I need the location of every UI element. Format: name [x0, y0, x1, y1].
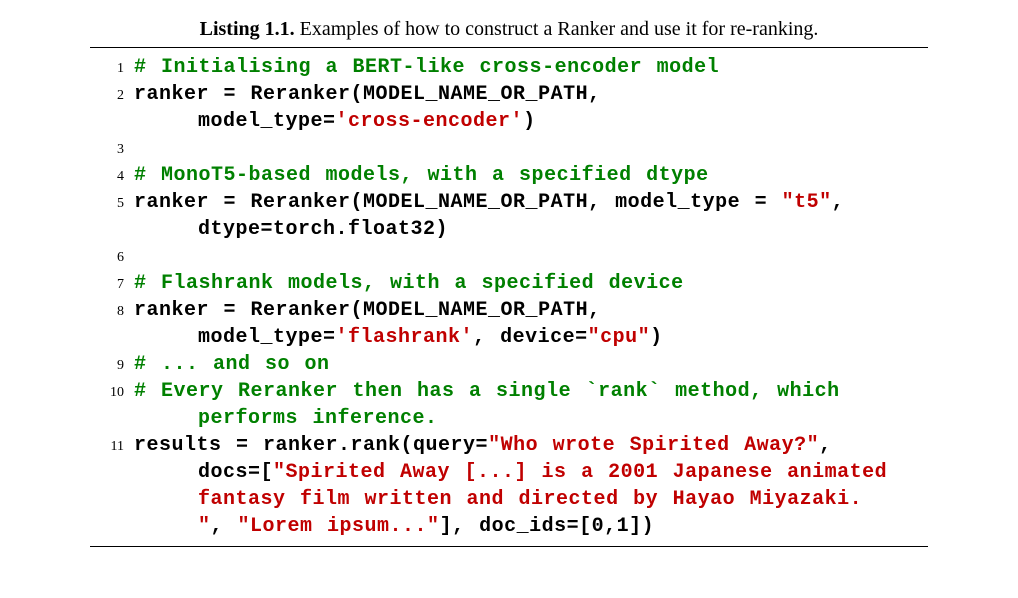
- string-literal: 'cross-encoder': [336, 110, 524, 133]
- code-text: dtype=torch.float32): [134, 216, 928, 243]
- line-number: 9: [90, 351, 134, 376]
- code-text: ranker = Reranker(MODEL_NAME_OR_PATH,: [134, 297, 928, 324]
- line-number-empty: [90, 525, 134, 531]
- code-frag: ranker = Reranker(MODEL_NAME_OR_PATH, mo…: [134, 191, 782, 214]
- listing-container: Listing 1.1. Examples of how to construc…: [0, 0, 1018, 569]
- code-frag: ): [650, 326, 663, 349]
- line-number: 1: [90, 54, 134, 79]
- code-line: 9 # ... and so on: [90, 351, 928, 378]
- code-line: 3: [90, 135, 928, 162]
- listing-label: Listing 1.1.: [200, 18, 295, 40]
- line-number: 8: [90, 297, 134, 322]
- code-line-cont: docs=["Spirited Away [...] is a 2001 Jap…: [90, 459, 928, 486]
- line-number: 7: [90, 270, 134, 295]
- code-frag: model_type=: [198, 110, 336, 133]
- code-line: 8 ranker = Reranker(MODEL_NAME_OR_PATH,: [90, 297, 928, 324]
- line-number-empty: [90, 120, 134, 126]
- code-frag: model_type=: [198, 326, 336, 349]
- line-number: 5: [90, 189, 134, 214]
- code-line-cont: performs inference.: [90, 405, 928, 432]
- code-frag: ], doc_ids=[0,1]): [440, 515, 655, 538]
- code-frag: ,: [832, 191, 845, 214]
- string-literal: ": [198, 515, 211, 538]
- line-number: 6: [90, 243, 134, 268]
- code-frag: ,: [211, 515, 238, 538]
- code-frag: ): [523, 110, 536, 133]
- code-text: model_type='cross-encoder'): [134, 108, 928, 135]
- code-text: model_type='flashrank', device="cpu"): [134, 324, 928, 351]
- string-literal: "Spirited Away [...] is a 2001 Japanese …: [273, 461, 887, 484]
- code-line: 1 # Initialising a BERT-like cross-encod…: [90, 54, 928, 81]
- line-number: 11: [90, 432, 134, 457]
- code-line: 6: [90, 243, 928, 270]
- line-number-empty: [90, 228, 134, 234]
- rule-bottom: [90, 546, 928, 547]
- comment-text: # MonoT5-based models, with a specified …: [134, 162, 928, 189]
- code-line-cont: dtype=torch.float32): [90, 216, 928, 243]
- code-frag: ,: [819, 434, 832, 457]
- line-number-empty: [90, 336, 134, 342]
- string-literal: "Lorem ipsum...": [238, 515, 440, 538]
- line-number-empty: [90, 498, 134, 504]
- blank-line: [134, 135, 928, 162]
- string-literal: fantasy film written and directed by Hay…: [134, 486, 928, 513]
- comment-text: # Flashrank models, with a specified dev…: [134, 270, 928, 297]
- code-line: 4 # MonoT5-based models, with a specifie…: [90, 162, 928, 189]
- code-line-cont: model_type='cross-encoder'): [90, 108, 928, 135]
- code-text: docs=["Spirited Away [...] is a 2001 Jap…: [134, 459, 928, 486]
- line-number: 3: [90, 135, 134, 160]
- code-text: ranker = Reranker(MODEL_NAME_OR_PATH, mo…: [134, 189, 928, 216]
- code-line: 7 # Flashrank models, with a specified d…: [90, 270, 928, 297]
- code-frag: results = ranker.rank(query=: [134, 434, 488, 457]
- line-number: 4: [90, 162, 134, 187]
- string-literal: 'flashrank': [336, 326, 474, 349]
- code-text: ", "Lorem ipsum..."], doc_ids=[0,1]): [134, 513, 928, 540]
- code-line: 11 results = ranker.rank(query="Who wrot…: [90, 432, 928, 459]
- code-line-cont: model_type='flashrank', device="cpu"): [90, 324, 928, 351]
- code-line: 10 # Every Reranker then has a single `r…: [90, 378, 928, 405]
- code-text: results = ranker.rank(query="Who wrote S…: [134, 432, 928, 459]
- comment-text: performs inference.: [134, 405, 928, 432]
- line-number-empty: [90, 417, 134, 423]
- line-number-empty: [90, 471, 134, 477]
- comment-text: # Initialising a BERT-like cross-encoder…: [134, 54, 928, 81]
- code-line: 5 ranker = Reranker(MODEL_NAME_OR_PATH, …: [90, 189, 928, 216]
- line-number: 10: [90, 378, 134, 403]
- comment-text: # Every Reranker then has a single `rank…: [134, 378, 928, 405]
- listing-caption: Listing 1.1. Examples of how to construc…: [90, 18, 928, 41]
- blank-line: [134, 243, 928, 270]
- line-number: 2: [90, 81, 134, 106]
- code-frag: docs=[: [198, 461, 273, 484]
- string-literal: "Who wrote Spirited Away?": [488, 434, 819, 457]
- code-line: 2 ranker = Reranker(MODEL_NAME_OR_PATH,: [90, 81, 928, 108]
- code-frag: , device=: [473, 326, 588, 349]
- code-text: ranker = Reranker(MODEL_NAME_OR_PATH,: [134, 81, 928, 108]
- string-literal: "cpu": [588, 326, 651, 349]
- code-listing: 1 # Initialising a BERT-like cross-encod…: [90, 48, 928, 546]
- string-literal: "t5": [782, 191, 832, 214]
- code-line-cont: ", "Lorem ipsum..."], doc_ids=[0,1]): [90, 513, 928, 540]
- comment-text: # ... and so on: [134, 351, 928, 378]
- code-line-cont: fantasy film written and directed by Hay…: [90, 486, 928, 513]
- listing-caption-text: Examples of how to construct a Ranker an…: [300, 18, 819, 40]
